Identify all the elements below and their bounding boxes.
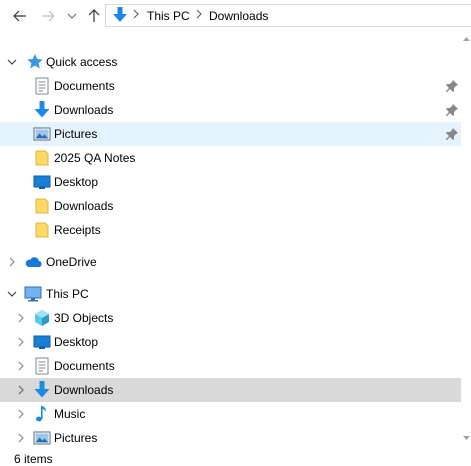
tree-item-label: Downloads xyxy=(54,103,114,117)
up-button[interactable] xyxy=(84,6,104,26)
tree-item-label: Pictures xyxy=(54,431,98,445)
tree-item-quick-access[interactable]: Quick access xyxy=(0,50,461,74)
tree-item-label: Pictures xyxy=(54,127,98,141)
quick-access-item-downloads[interactable]: Downloads xyxy=(0,98,461,122)
pin-icon[interactable] xyxy=(445,79,459,93)
this-pc-item-documents[interactable]: Documents xyxy=(0,354,461,378)
chevron-right-icon[interactable] xyxy=(15,336,27,348)
chevron-down-icon[interactable] xyxy=(6,56,18,68)
chevron-right-icon[interactable] xyxy=(15,432,27,444)
folder-icon xyxy=(35,150,49,166)
chevron-right-icon[interactable] xyxy=(15,312,27,324)
quick-access-label: Quick access xyxy=(46,55,118,69)
folder-icon xyxy=(35,222,49,238)
breadcrumb-separator-icon xyxy=(133,9,139,19)
scroll-down-arrow-icon[interactable] xyxy=(463,436,470,441)
tree-item-label: Downloads xyxy=(54,199,114,213)
tree-item-label: This PC xyxy=(46,287,89,301)
tree-item-this-pc[interactable]: This PC xyxy=(0,282,461,306)
downloads-icon xyxy=(113,7,127,22)
chevron-right-icon[interactable] xyxy=(15,384,27,396)
forward-button[interactable] xyxy=(38,6,58,26)
tree-item-label: Documents xyxy=(54,359,115,373)
this-pc-icon xyxy=(24,286,42,302)
back-button[interactable] xyxy=(10,6,30,26)
address-row: This PC Downloads xyxy=(0,0,471,32)
quick-access-item-receipts[interactable]: Receipts xyxy=(0,218,461,242)
this-pc-item-pictures[interactable]: Pictures xyxy=(0,426,461,450)
chevron-right-icon[interactable] xyxy=(6,256,18,268)
quick-access-item-documents[interactable]: Documents xyxy=(0,74,461,98)
forward-arrow-icon xyxy=(42,10,55,22)
quick-access-item-desktop[interactable]: Desktop xyxy=(0,170,461,194)
pin-icon[interactable] xyxy=(445,127,459,141)
quick-access-item-2025-qa-notes[interactable]: 2025 QA Notes xyxy=(0,146,461,170)
breadcrumb-downloads[interactable]: Downloads xyxy=(209,9,268,23)
tree-item-label: Downloads xyxy=(54,383,114,397)
vertical-scrollbar[interactable] xyxy=(461,32,471,450)
pictures-icon xyxy=(33,431,51,445)
chevron-right-icon[interactable] xyxy=(15,360,27,372)
chevron-down-icon[interactable] xyxy=(6,288,18,300)
quick-access-item-pictures[interactable]: Pictures xyxy=(0,122,461,146)
documents-icon xyxy=(35,77,49,95)
downloads-icon xyxy=(34,101,50,118)
tree-item-label: 2025 QA Notes xyxy=(54,151,136,165)
this-pc-item-music[interactable]: Music xyxy=(0,402,461,426)
folder-icon xyxy=(35,198,49,214)
desktop-icon xyxy=(33,175,51,189)
tree-item-label: OneDrive xyxy=(46,255,97,269)
tree-item-onedrive[interactable]: OneDrive xyxy=(0,250,461,274)
tree-item-label: Documents xyxy=(54,79,115,93)
pictures-icon xyxy=(33,127,51,141)
tree-item-label: Music xyxy=(54,407,86,421)
this-pc-item-desktop[interactable]: Desktop xyxy=(0,330,461,354)
up-arrow-icon xyxy=(88,9,100,22)
chevron-right-icon[interactable] xyxy=(15,408,27,420)
chevron-down-icon xyxy=(67,13,77,19)
breadcrumb-this-pc[interactable]: This PC xyxy=(147,9,190,23)
pin-icon[interactable] xyxy=(445,103,459,117)
tree-item-label: Receipts xyxy=(54,223,101,237)
tree-item-label: Desktop xyxy=(54,175,99,189)
desktop-icon xyxy=(33,335,51,349)
tree-item-label: Desktop xyxy=(54,335,99,349)
navigation-pane: Quick access Documents Downloads Picture… xyxy=(0,38,461,450)
breadcrumb-separator-icon xyxy=(196,9,202,19)
tree-item-label: 3D Objects xyxy=(54,311,114,325)
music-note-icon xyxy=(36,406,46,422)
quick-access-item-downloads-folder[interactable]: Downloads xyxy=(0,194,461,218)
quick-access-star-icon xyxy=(27,54,43,69)
scroll-up-arrow-icon[interactable] xyxy=(463,36,470,41)
address-bar[interactable]: This PC Downloads xyxy=(105,4,471,27)
onedrive-cloud-icon xyxy=(25,257,42,268)
this-pc-item-downloads[interactable]: Downloads xyxy=(0,378,461,402)
downloads-icon xyxy=(34,381,50,398)
this-pc-item-3d-objects[interactable]: 3D Objects xyxy=(0,306,461,330)
recent-locations-button[interactable] xyxy=(62,6,82,26)
3d-objects-icon xyxy=(35,310,49,326)
back-arrow-icon xyxy=(13,10,26,22)
documents-icon xyxy=(35,357,49,375)
